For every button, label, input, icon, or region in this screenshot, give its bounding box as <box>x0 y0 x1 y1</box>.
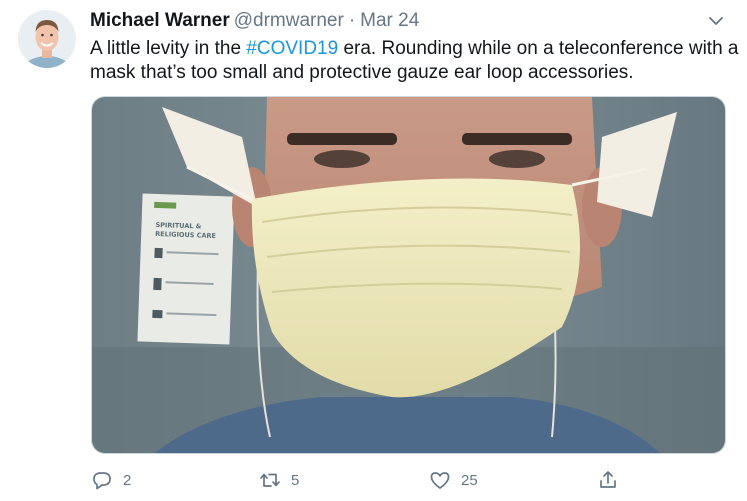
tweet-header: Michael Warner @drmwarner · Mar 24 <box>90 9 419 33</box>
retweet-icon <box>260 473 280 487</box>
like-button[interactable]: 25 <box>428 466 478 494</box>
poster-title-line1: SPIRITUAL & <box>155 221 201 231</box>
wall-poster: SPIRITUAL & RELIGIOUS CARE <box>137 193 235 345</box>
avatar[interactable] <box>18 10 76 68</box>
reply-count: 2 <box>123 471 132 489</box>
tweet-photo[interactable]: SPIRITUAL & RELIGIOUS CARE <box>91 96 726 454</box>
author-handle[interactable]: @drmwarner <box>234 10 344 31</box>
hashtag-link[interactable]: #COVID19 <box>246 38 338 59</box>
chevron-down-icon[interactable] <box>706 11 726 31</box>
tweet-text-before: A little levity in the <box>90 38 247 59</box>
author-display-name[interactable]: Michael Warner <box>90 10 230 31</box>
tweet-date[interactable]: Mar 24 <box>360 10 419 31</box>
reply-button[interactable]: 2 <box>90 466 131 494</box>
tweet-card[interactable]: Michael Warner @drmwarner · Mar 24 A little… <box>0 0 747 501</box>
share-button[interactable] <box>596 466 620 494</box>
retweet-count: 5 <box>291 471 300 489</box>
heart-icon <box>430 472 450 489</box>
tweet-text: A little levity in the #COVID19 era. Rou… <box>90 37 740 85</box>
share-icon <box>600 471 616 488</box>
tweet-actions: 2 5 25 <box>90 466 630 494</box>
retweet-button[interactable]: 5 <box>258 466 299 494</box>
reply-icon <box>93 472 111 490</box>
like-count: 25 <box>461 471 478 489</box>
separator-dot: · <box>348 10 356 31</box>
